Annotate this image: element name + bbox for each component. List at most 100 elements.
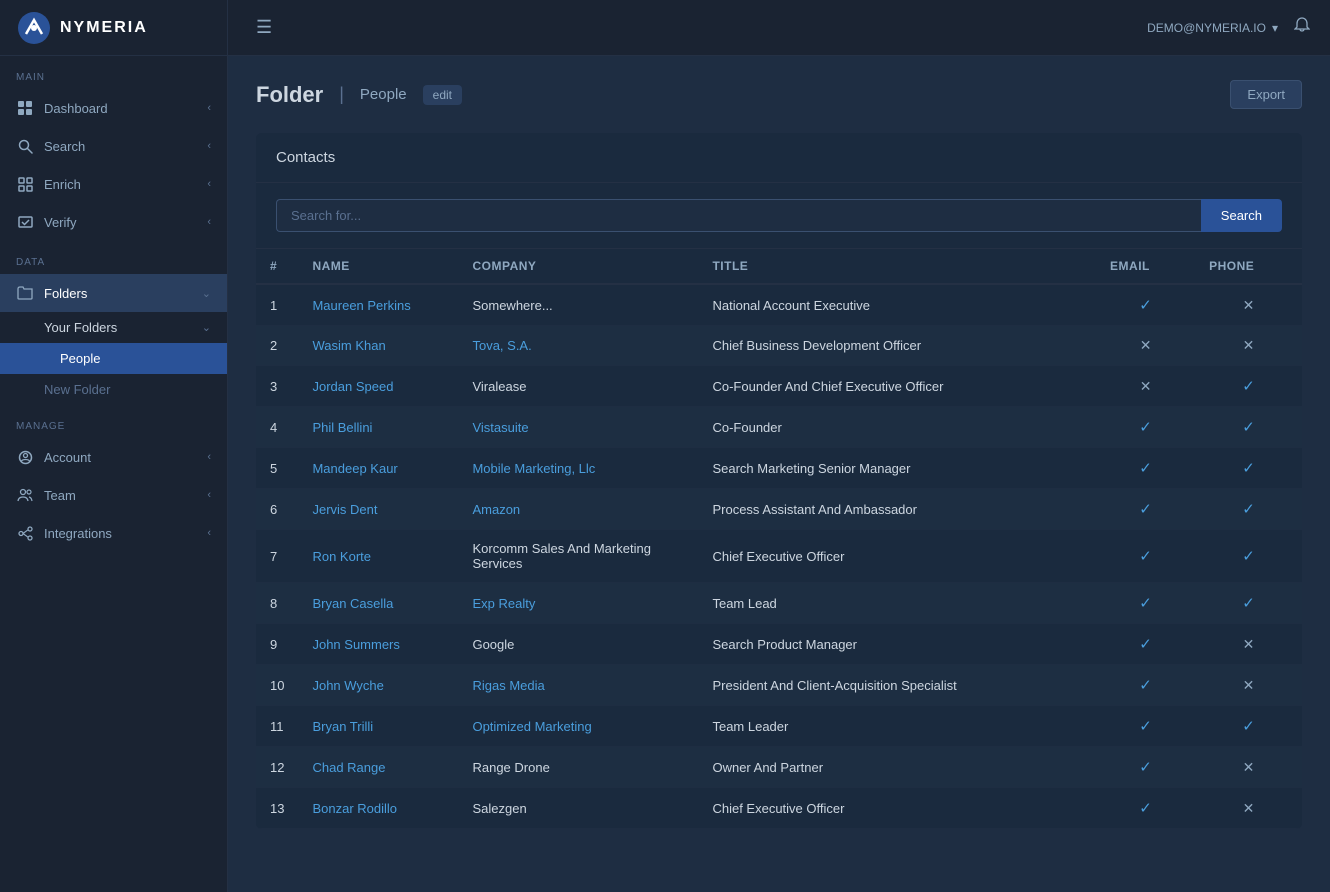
contact-name-link[interactable]: Bonzar Rodillo: [312, 801, 397, 816]
export-button[interactable]: Export: [1230, 80, 1302, 109]
contacts-header: Contacts: [256, 133, 1302, 183]
sidebar-item-integrations[interactable]: Integrations ‹: [0, 514, 227, 552]
row-name: Mandeep Kaur: [298, 448, 458, 489]
row-company: Optimized Marketing: [458, 706, 698, 747]
sidebar-item-verify[interactable]: Verify ‹: [0, 203, 227, 241]
enrich-icon: [16, 175, 34, 193]
sidebar-item-label-dashboard: Dashboard: [44, 101, 207, 116]
row-company: Somewhere...: [458, 284, 698, 326]
x-mark: ✕: [1243, 337, 1255, 353]
table-row: 10 John Wyche Rigas Media President And …: [256, 665, 1302, 706]
row-phone: ✕: [1195, 284, 1302, 326]
table-header-row: # Name Company Title Email Phone: [256, 249, 1302, 284]
row-phone: ✓: [1195, 448, 1302, 489]
x-mark: ✕: [1243, 677, 1255, 693]
row-name: Chad Range: [298, 747, 458, 788]
sidebar-item-folders[interactable]: Folders ⌄: [0, 274, 227, 312]
row-title: Search Product Manager: [698, 624, 1096, 665]
col-header-email: Email: [1096, 249, 1195, 284]
sidebar-item-search[interactable]: Search ‹: [0, 127, 227, 165]
account-menu-button[interactable]: DEMO@NYMERIA.IO ▾: [1147, 21, 1278, 35]
sidebar-item-people[interactable]: People: [0, 343, 227, 374]
row-title: Process Assistant And Ambassador: [698, 489, 1096, 530]
company-link[interactable]: Rigas Media: [472, 678, 544, 693]
sidebar-item-new-folder[interactable]: New Folder: [0, 374, 227, 405]
company-link[interactable]: Amazon: [472, 502, 520, 517]
chevron-icon: ‹: [207, 489, 211, 501]
contacts-panel: Contacts Search # Name Company Title Ema…: [256, 133, 1302, 829]
row-email: ✓: [1096, 788, 1195, 829]
company-link[interactable]: Exp Realty: [472, 596, 535, 611]
row-num: 6: [256, 489, 298, 530]
search-input[interactable]: [276, 199, 1201, 232]
check-mark: ✓: [1242, 548, 1255, 565]
row-num: 12: [256, 747, 298, 788]
company-link[interactable]: Tova, S.A.: [472, 338, 531, 353]
row-email: ✓: [1096, 407, 1195, 448]
logo: NYMERIA: [0, 0, 227, 56]
table-row: 9 John Summers Google Search Product Man…: [256, 624, 1302, 665]
row-email: ✓: [1096, 583, 1195, 624]
company-link[interactable]: Mobile Marketing, Llc: [472, 461, 595, 476]
row-phone: ✕: [1195, 665, 1302, 706]
contact-name-link[interactable]: Maureen Perkins: [312, 298, 410, 313]
contact-name-link[interactable]: John Wyche: [312, 678, 383, 693]
team-icon: [16, 486, 34, 504]
row-num: 10: [256, 665, 298, 706]
contact-name-link[interactable]: Jervis Dent: [312, 502, 377, 517]
row-email: ✓: [1096, 530, 1195, 583]
row-num: 2: [256, 326, 298, 366]
contacts-table: # Name Company Title Email Phone 1 Maure…: [256, 249, 1302, 829]
edit-button[interactable]: edit: [423, 85, 462, 105]
row-company: Range Drone: [458, 747, 698, 788]
col-header-name: Name: [298, 249, 458, 284]
chevron-down-icon: ⌄: [202, 287, 211, 300]
row-num: 3: [256, 366, 298, 407]
row-company: Exp Realty: [458, 583, 698, 624]
row-title: Chief Business Development Officer: [698, 326, 1096, 366]
sidebar-item-your-folders[interactable]: Your Folders ⌄: [0, 312, 227, 343]
company-link[interactable]: Vistasuite: [472, 420, 528, 435]
row-email: ✕: [1096, 366, 1195, 407]
section-label-manage: MANAGE: [0, 405, 227, 438]
contact-name-link[interactable]: Phil Bellini: [312, 420, 372, 435]
hamburger-button[interactable]: ☰: [248, 13, 280, 42]
row-phone: ✕: [1195, 624, 1302, 665]
x-mark: ✕: [1243, 297, 1255, 313]
breadcrumb-separator: |: [339, 84, 344, 105]
search-icon: [16, 137, 34, 155]
sidebar-item-label-search: Search: [44, 139, 207, 154]
sidebar-item-account[interactable]: Account ‹: [0, 438, 227, 476]
table-row: 4 Phil Bellini Vistasuite Co-Founder ✓ ✓: [256, 407, 1302, 448]
dashboard-icon: [16, 99, 34, 117]
search-bar: Search: [256, 183, 1302, 249]
contact-name-link[interactable]: Ron Korte: [312, 549, 371, 564]
sidebar-item-label-folders: Folders: [44, 286, 202, 301]
contact-name-link[interactable]: Jordan Speed: [312, 379, 393, 394]
x-mark: ✕: [1140, 378, 1152, 394]
row-email: ✓: [1096, 747, 1195, 788]
contact-name-link[interactable]: Bryan Trilli: [312, 719, 373, 734]
sidebar-item-team[interactable]: Team ‹: [0, 476, 227, 514]
contact-name-link[interactable]: John Summers: [312, 637, 399, 652]
row-name: Wasim Khan: [298, 326, 458, 366]
row-email: ✓: [1096, 665, 1195, 706]
page-title: Folder: [256, 82, 323, 108]
sidebar-item-dashboard[interactable]: Dashboard ‹: [0, 89, 227, 127]
sidebar-item-enrich[interactable]: Enrich ‹: [0, 165, 227, 203]
company-text: Somewhere...: [472, 298, 552, 313]
contact-name-link[interactable]: Mandeep Kaur: [312, 461, 397, 476]
contact-name-link[interactable]: Bryan Casella: [312, 596, 393, 611]
table-row: 8 Bryan Casella Exp Realty Team Lead ✓ ✓: [256, 583, 1302, 624]
notifications-button[interactable]: [1294, 17, 1310, 39]
contact-name-link[interactable]: Wasim Khan: [312, 338, 385, 353]
row-title: Search Marketing Senior Manager: [698, 448, 1096, 489]
contact-name-link[interactable]: Chad Range: [312, 760, 385, 775]
row-num: 5: [256, 448, 298, 489]
row-title: Chief Executive Officer: [698, 530, 1096, 583]
chevron-icon: ‹: [207, 140, 211, 152]
search-button[interactable]: Search: [1201, 199, 1282, 232]
row-title: Co-Founder: [698, 407, 1096, 448]
company-link[interactable]: Optimized Marketing: [472, 719, 591, 734]
row-phone: ✓: [1195, 530, 1302, 583]
